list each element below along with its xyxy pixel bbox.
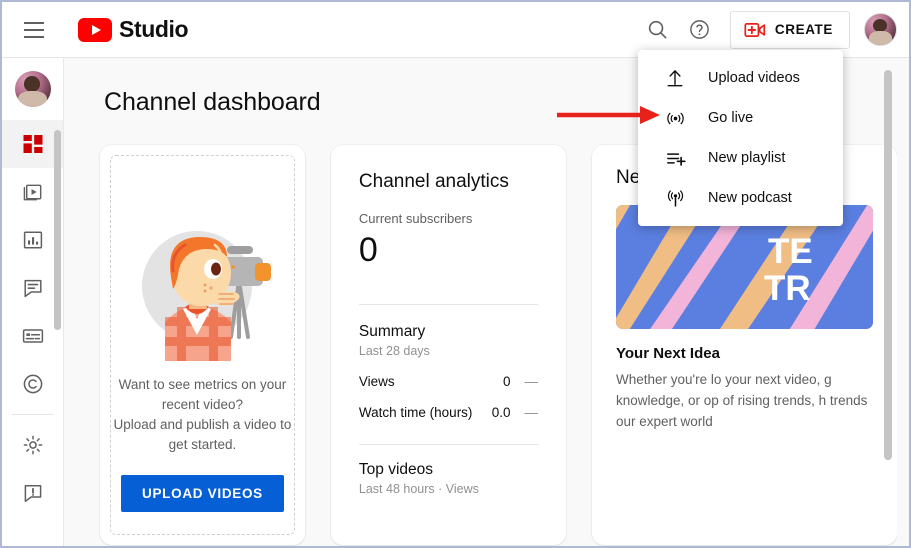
search-icon[interactable] xyxy=(638,10,678,50)
hamburger-menu-icon[interactable] xyxy=(10,6,58,54)
metric-row: Views 0 — xyxy=(359,374,538,389)
broadcast-live-icon xyxy=(664,108,686,129)
upload-prompt-text: Want to see metrics on your recent video… xyxy=(111,375,294,455)
svg-text:TE: TE xyxy=(768,232,813,271)
sidebar-item-copyright[interactable] xyxy=(2,360,63,408)
analytics-card-title: Channel analytics xyxy=(358,171,509,192)
person-with-camera-illustration xyxy=(142,231,272,361)
youtube-studio-window: Studio CREATE Channel dashboard Want to … xyxy=(0,0,911,548)
youtube-studio-logo[interactable]: Studio xyxy=(78,16,189,43)
svg-text:TR: TR xyxy=(764,269,811,308)
youtube-play-icon xyxy=(78,17,112,42)
avatar[interactable] xyxy=(864,13,897,46)
upload-video-card: Want to see metrics on your recent video… xyxy=(100,145,305,545)
upload-videos-button[interactable]: UPLOAD VIDEOS xyxy=(121,475,284,512)
create-dropdown-menu: Upload videos Go live New playlist New p… xyxy=(638,50,843,226)
metric-label: Watch time (hours) xyxy=(358,405,473,420)
metric-row: Watch time (hours) 0.0 — xyxy=(359,405,538,420)
playlist-add-icon xyxy=(664,148,686,169)
analytics-divider-1 xyxy=(358,304,538,305)
topbar-actions: CREATE xyxy=(638,10,897,50)
metric-value: 0 xyxy=(502,374,511,389)
video-content-icon xyxy=(23,184,42,200)
metric-label: Views xyxy=(358,374,395,389)
comment-bubble-icon xyxy=(23,279,42,298)
sidebar-avatar-container xyxy=(2,58,63,120)
sidebar-item-send-feedback[interactable] xyxy=(2,469,63,517)
current-subscribers-label: Current subscribers xyxy=(358,211,473,226)
metric-value-group: 0 — xyxy=(503,374,538,389)
menu-item-new-playlist[interactable]: New playlist xyxy=(638,138,843,178)
analytics-divider-2 xyxy=(358,444,538,445)
subtitles-icon xyxy=(22,329,43,343)
menu-item-new-podcast[interactable]: New podcast xyxy=(638,178,843,218)
upload-prompt-line1: Want to see metrics on your recent video… xyxy=(118,377,287,412)
menu-item-label: New podcast xyxy=(708,190,792,206)
menu-item-go-live[interactable]: Go live xyxy=(638,98,843,138)
metric-value: 0.0 xyxy=(491,405,511,420)
upload-prompt-line2: Upload and publish a video to get starte… xyxy=(113,417,292,452)
sidebar-scrollbar[interactable] xyxy=(54,130,61,330)
upload-dropzone[interactable]: Want to see metrics on your recent video… xyxy=(110,155,295,535)
avatar[interactable] xyxy=(14,71,51,107)
menu-item-label: New playlist xyxy=(708,150,786,166)
left-sidebar xyxy=(2,58,64,546)
podcast-icon xyxy=(664,188,686,209)
sidebar-divider xyxy=(12,414,53,415)
brand-label: Studio xyxy=(119,16,189,42)
news-headline: Your Next Idea xyxy=(616,345,720,362)
menu-item-label: Upload videos xyxy=(708,70,800,86)
metric-value-group: 0.0 — xyxy=(492,405,538,420)
menu-item-label: Go live xyxy=(708,110,754,126)
metric-trend: — xyxy=(524,405,539,420)
video-camera-plus-icon xyxy=(744,22,766,37)
gear-icon xyxy=(23,435,42,455)
sidebar-item-settings[interactable] xyxy=(2,421,63,469)
copyright-icon xyxy=(23,374,42,394)
feedback-exclamation-icon xyxy=(24,485,41,503)
metric-trend: — xyxy=(524,374,539,389)
create-button-label: CREATE xyxy=(774,22,833,37)
top-videos-title: Top videos xyxy=(358,461,434,478)
summary-title: Summary xyxy=(358,323,426,340)
create-button[interactable]: CREATE xyxy=(729,10,850,49)
summary-period: Last 28 days xyxy=(358,344,430,358)
upload-arrow-icon xyxy=(664,68,686,88)
dashboard-grid-icon xyxy=(23,135,42,153)
current-subscribers-value: 0 xyxy=(358,231,378,269)
main-scrollbar[interactable] xyxy=(884,70,892,460)
menu-item-upload-videos[interactable]: Upload videos xyxy=(638,58,843,98)
top-videos-subtitle: Last 48 hours · Views xyxy=(358,482,479,496)
news-body-text: Whether you're lo your next video, g kno… xyxy=(616,372,868,429)
channel-analytics-card: Channel analytics Current subscribers 0 … xyxy=(330,145,566,545)
bar-chart-icon xyxy=(23,231,42,249)
help-question-icon[interactable] xyxy=(680,10,720,50)
